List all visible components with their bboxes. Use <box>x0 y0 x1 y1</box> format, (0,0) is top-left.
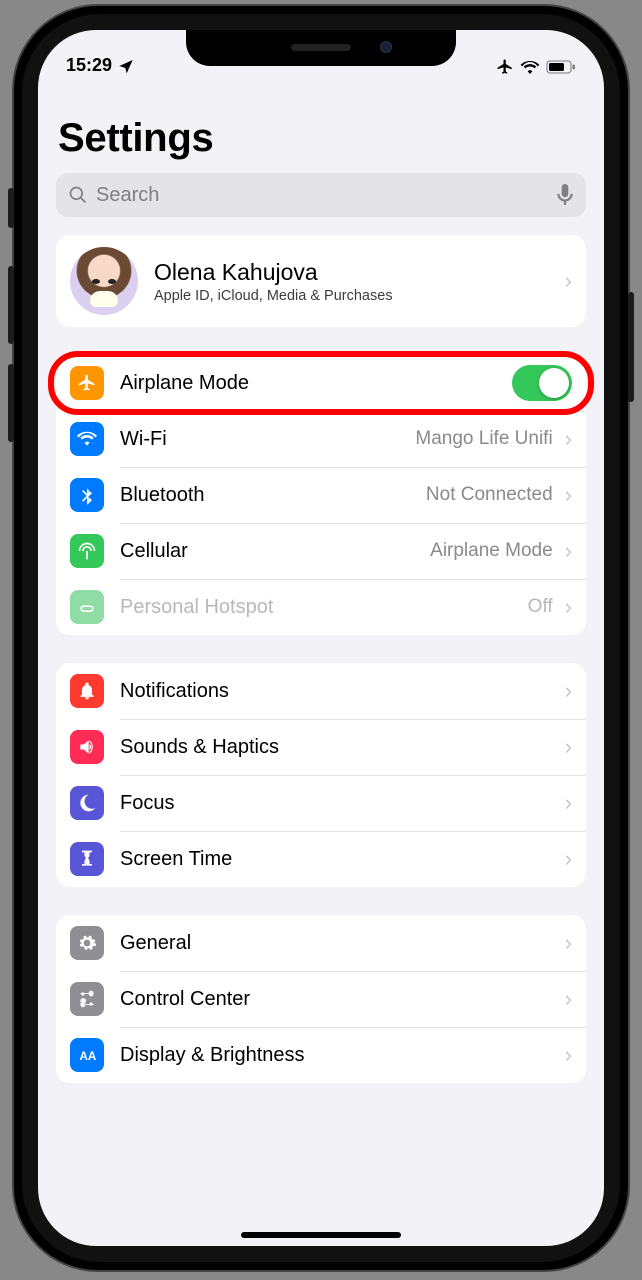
device-frame: 15:29 Settings Search <box>14 6 628 1270</box>
general-group: General › Control Center › AA Display & … <box>56 915 586 1083</box>
chevron-right-icon: › <box>565 986 572 1012</box>
profile-name: Olena Kahujova <box>154 259 561 286</box>
wifi-status-icon <box>520 60 540 74</box>
mic-icon[interactable] <box>556 184 574 206</box>
profile-subtitle: Apple ID, iCloud, Media & Purchases <box>154 288 561 304</box>
sounds-row[interactable]: Sounds & Haptics › <box>56 719 586 775</box>
screen: 15:29 Settings Search <box>38 30 604 1246</box>
row-label: Wi-Fi <box>120 428 415 451</box>
chevron-right-icon: › <box>565 734 572 760</box>
connectivity-group: Airplane Mode Wi-Fi Mango Life Unifi › B… <box>56 355 586 635</box>
chevron-right-icon: › <box>565 678 572 704</box>
status-time: 15:29 <box>66 55 112 76</box>
wifi-icon <box>70 422 104 456</box>
chevron-right-icon: › <box>565 268 572 294</box>
general-icon <box>70 926 104 960</box>
chevron-right-icon: › <box>565 538 572 564</box>
chevron-right-icon: › <box>565 790 572 816</box>
chevron-right-icon: › <box>565 1042 572 1068</box>
bluetooth-row[interactable]: Bluetooth Not Connected › <box>56 467 586 523</box>
volume-down-button <box>8 364 14 442</box>
bluetooth-icon <box>70 478 104 512</box>
cellular-icon <box>70 534 104 568</box>
row-detail: Off <box>528 596 553 618</box>
row-label: Display & Brightness <box>120 1044 561 1067</box>
notifications-row[interactable]: Notifications › <box>56 663 586 719</box>
personal-hotspot-row[interactable]: Personal Hotspot Off › <box>56 579 586 635</box>
search-placeholder: Search <box>96 184 548 207</box>
focus-icon <box>70 786 104 820</box>
notifications-icon <box>70 674 104 708</box>
control-center-icon <box>70 982 104 1016</box>
system-group: Notifications › Sounds & Haptics › Focus… <box>56 663 586 887</box>
row-detail: Mango Life Unifi <box>415 428 552 450</box>
focus-row[interactable]: Focus › <box>56 775 586 831</box>
row-label: Focus <box>120 792 561 815</box>
row-label: Control Center <box>120 988 561 1011</box>
chevron-right-icon: › <box>565 594 572 620</box>
display-brightness-row[interactable]: AA Display & Brightness › <box>56 1027 586 1083</box>
search-field[interactable]: Search <box>56 173 586 217</box>
row-label: Screen Time <box>120 848 561 871</box>
row-label: Notifications <box>120 680 561 703</box>
airplane-mode-toggle[interactable] <box>512 365 572 401</box>
battery-status-icon <box>546 60 576 74</box>
screen-time-icon <box>70 842 104 876</box>
wifi-row[interactable]: Wi-Fi Mango Life Unifi › <box>56 411 586 467</box>
cellular-row[interactable]: Cellular Airplane Mode › <box>56 523 586 579</box>
airplane-status-icon <box>496 58 514 76</box>
row-label: Airplane Mode <box>120 372 512 395</box>
row-label: General <box>120 932 561 955</box>
row-label: Bluetooth <box>120 484 426 507</box>
airplane-mode-row[interactable]: Airplane Mode <box>56 355 586 411</box>
mute-switch <box>8 188 14 228</box>
row-label: Sounds & Haptics <box>120 736 561 759</box>
sounds-icon <box>70 730 104 764</box>
row-detail: Not Connected <box>426 484 553 506</box>
notch <box>186 30 456 66</box>
screen-time-row[interactable]: Screen Time › <box>56 831 586 887</box>
chevron-right-icon: › <box>565 482 572 508</box>
page-header: Settings <box>38 80 604 169</box>
page-title: Settings <box>58 116 584 161</box>
volume-up-button <box>8 266 14 344</box>
apple-id-row[interactable]: Olena Kahujova Apple ID, iCloud, Media &… <box>56 235 586 327</box>
airplane-icon <box>70 366 104 400</box>
profile-group: Olena Kahujova Apple ID, iCloud, Media &… <box>56 235 586 327</box>
search-icon <box>68 185 88 205</box>
power-button <box>628 292 634 402</box>
row-detail: Airplane Mode <box>430 540 553 562</box>
location-icon <box>118 58 134 74</box>
avatar <box>70 247 138 315</box>
general-row[interactable]: General › <box>56 915 586 971</box>
chevron-right-icon: › <box>565 846 572 872</box>
row-label: Personal Hotspot <box>120 596 528 619</box>
chevron-right-icon: › <box>565 930 572 956</box>
control-center-row[interactable]: Control Center › <box>56 971 586 1027</box>
hotspot-icon <box>70 590 104 624</box>
row-label: Cellular <box>120 540 430 563</box>
home-indicator[interactable] <box>241 1232 401 1238</box>
svg-text:AA: AA <box>80 1050 97 1063</box>
chevron-right-icon: › <box>565 426 572 452</box>
display-icon: AA <box>70 1038 104 1072</box>
